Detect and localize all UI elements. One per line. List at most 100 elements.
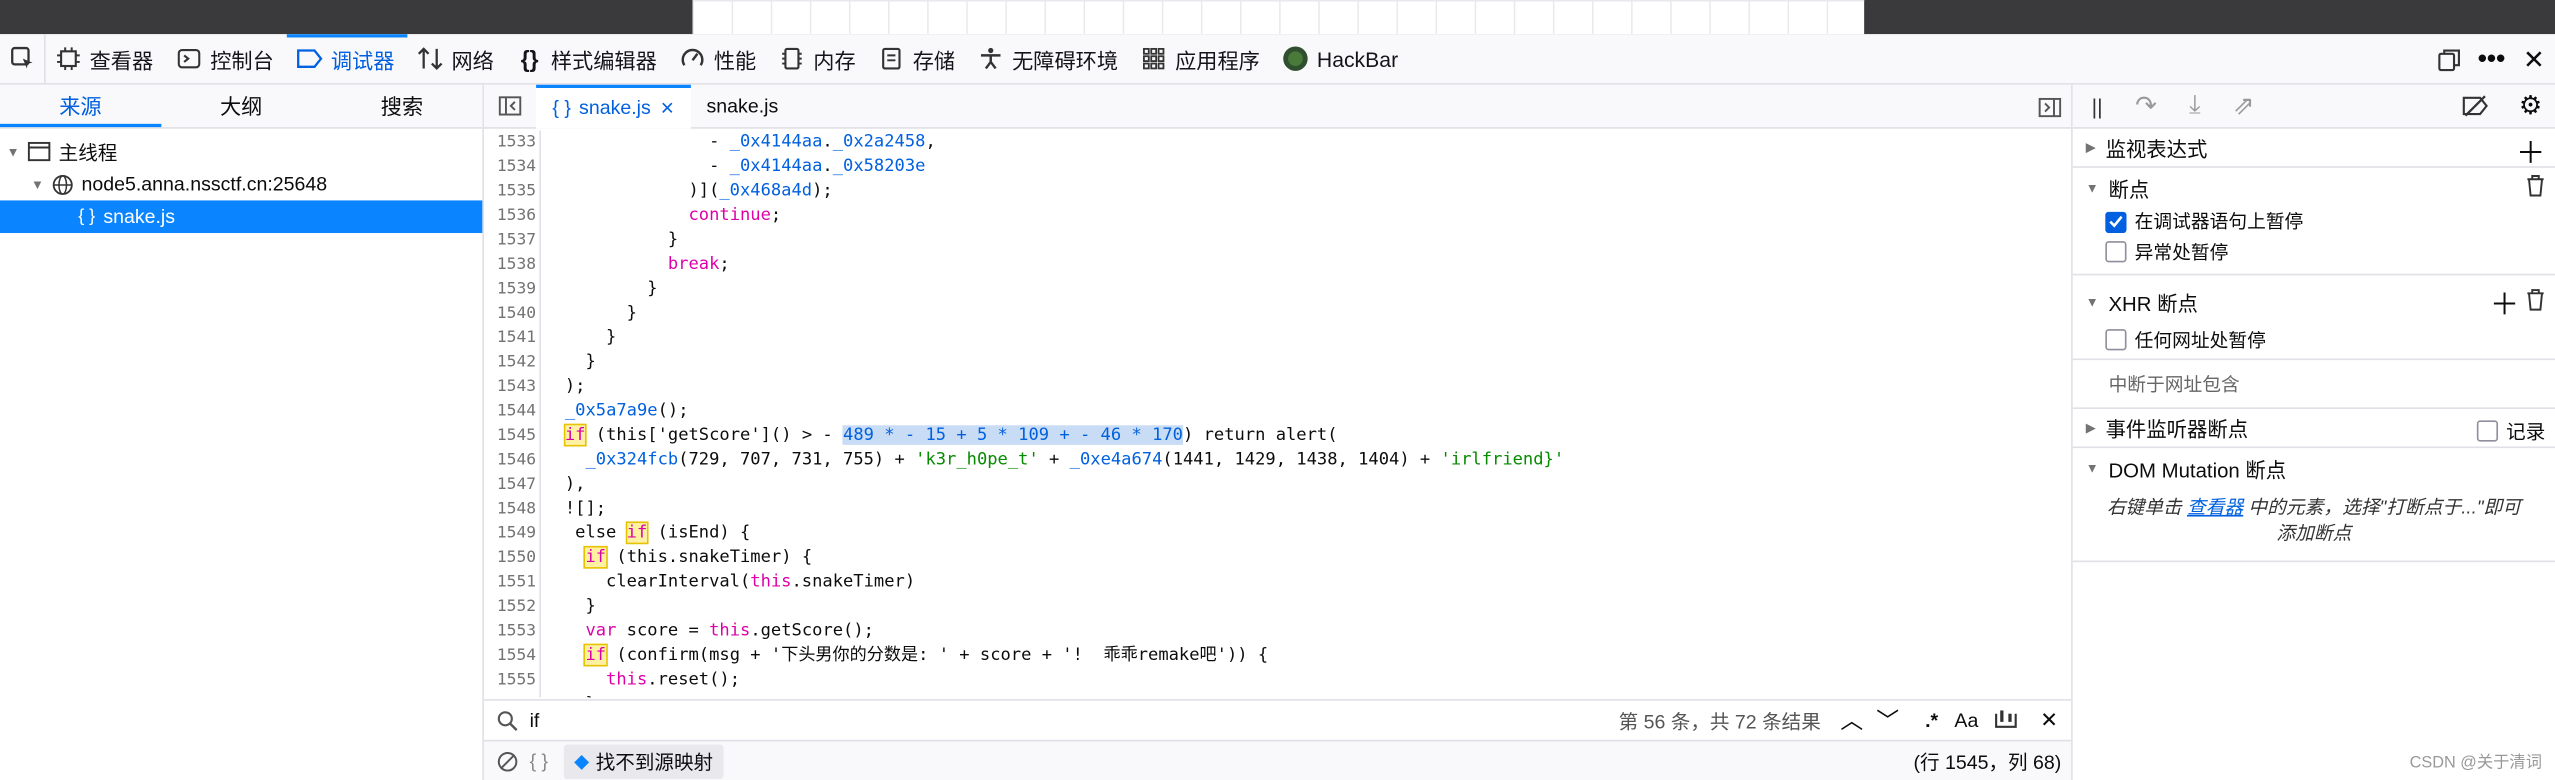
pretty-print-button[interactable]: { } [530, 750, 549, 773]
checkbox[interactable] [2476, 420, 2498, 442]
tab-memory[interactable]: 内存 [769, 33, 868, 84]
line-number[interactable]: 1556 [484, 693, 539, 698]
add-watch-icon[interactable]: ＋ [2516, 130, 2545, 172]
code-line[interactable]: 1550 if (this.snakeTimer) { [484, 545, 2071, 571]
line-number[interactable]: 1537 [484, 228, 539, 252]
code-line[interactable]: 1552 } [484, 594, 2071, 620]
pause-icon[interactable]: || [2073, 94, 2122, 118]
event-listener-breakpoints-header[interactable]: ▶ 事件监听器断点 记录 [2072, 409, 2555, 449]
tab-sources[interactable]: 来源 [0, 85, 161, 128]
tab-inspector[interactable]: 查看器 [46, 33, 167, 84]
code-line[interactable]: 1539 } [484, 277, 2071, 302]
close-tab-icon[interactable]: × [661, 95, 674, 121]
line-number[interactable]: 1549 [484, 521, 539, 545]
pause-on-any-url[interactable]: 任何网址处暂停 [2072, 321, 2555, 361]
line-number[interactable]: 1539 [484, 277, 539, 301]
tab-application[interactable]: 应用程序 [1131, 33, 1273, 84]
tab-debugger[interactable]: 调试器 [286, 33, 408, 84]
checkbox[interactable] [2105, 241, 2127, 263]
line-number[interactable]: 1550 [484, 546, 539, 570]
breakpoints-header[interactable]: ▼ 断点 [2073, 168, 2555, 207]
previous-result-icon[interactable]: ︿ [1840, 704, 1863, 737]
deactivate-breakpoints-icon[interactable] [2451, 95, 2500, 118]
editor-tab-snake-js-active[interactable]: { } snake.js × [536, 83, 691, 128]
line-number[interactable]: 1552 [484, 595, 539, 619]
expand-arrow-icon[interactable]: ▼ [29, 177, 45, 192]
dock-toggle-icon[interactable] [2428, 48, 2470, 71]
code-line[interactable]: 1548 ![]; [484, 496, 2071, 522]
tab-style-editor[interactable]: {} 样式编辑器 [507, 33, 670, 84]
code-line[interactable]: 1543 ); [484, 374, 2071, 400]
log-toggle[interactable]: 记录 [2476, 417, 2545, 445]
step-out-icon[interactable]: ⇗ [2219, 90, 2268, 123]
code-line[interactable]: 1556 } [484, 692, 2071, 698]
line-number[interactable]: 1534 [484, 155, 539, 179]
close-search-icon[interactable]: ✕ [2040, 707, 2058, 733]
code-line[interactable]: 1553 var score = this.getScore(); [484, 619, 2071, 644]
code-line[interactable]: 1549 else if (isEnd) { [484, 521, 2071, 546]
tab-search[interactable]: 搜索 [322, 85, 483, 127]
tab-performance[interactable]: 性能 [670, 33, 769, 84]
tree-main-thread[interactable]: ▼ 主线程 [0, 135, 482, 168]
regex-toggle[interactable]: .* [1925, 709, 1938, 732]
line-number[interactable]: 1535 [484, 179, 539, 203]
line-number[interactable]: 1543 [484, 375, 539, 399]
line-number[interactable]: 1536 [484, 204, 539, 228]
step-in-icon[interactable]: ⤓ [2170, 91, 2219, 120]
line-number[interactable]: 1551 [484, 570, 539, 594]
whole-word-icon[interactable] [1995, 708, 2018, 732]
checkbox-checked[interactable] [2105, 211, 2127, 233]
code-line[interactable]: 1555 this.reset(); [484, 668, 2071, 693]
settings-gear-icon[interactable]: ⚙ [2506, 90, 2555, 123]
toggle-sidebar-icon[interactable] [484, 96, 536, 116]
code-line[interactable]: 1544 _0x5a7a9e(); [484, 399, 2071, 424]
code-line[interactable]: 1546 _0x324fcb(729, 707, 731, 755) + 'k3… [484, 448, 2071, 473]
step-over-icon[interactable]: ↷ [2122, 90, 2171, 123]
code-line[interactable]: 1545 if (this['getScore']() > - 489 * - … [484, 423, 2071, 449]
code-line[interactable]: 1534 - _0x4144aa._0x58203e [484, 154, 2071, 180]
checkbox[interactable] [2105, 329, 2127, 351]
code-line[interactable]: 1542 } [484, 350, 2071, 375]
code-line[interactable]: 1541 } [484, 325, 2071, 351]
line-number[interactable]: 1533 [484, 130, 539, 154]
line-number[interactable]: 1544 [484, 399, 539, 423]
tab-network[interactable]: 网络 [407, 33, 506, 84]
line-number[interactable]: 1548 [484, 497, 539, 521]
line-number[interactable]: 1553 [484, 619, 539, 643]
tab-storage[interactable]: 存储 [869, 33, 968, 84]
close-devtools-icon[interactable]: ✕ [2513, 43, 2555, 76]
line-number[interactable]: 1538 [484, 253, 539, 277]
sourcemap-status[interactable]: ◆ 找不到源映射 [564, 743, 723, 779]
line-number[interactable]: 1542 [484, 350, 539, 374]
match-case-toggle[interactable]: Aa [1954, 709, 1978, 732]
watch-expressions-header[interactable]: ▶ 监视表达式 ＋ [2072, 129, 2555, 169]
element-picker-icon[interactable] [0, 33, 46, 84]
tree-file-snake-js[interactable]: { } snake.js [0, 200, 483, 234]
tab-hackbar[interactable]: HackBar [1273, 33, 1411, 84]
blackbox-icon[interactable] [484, 750, 530, 771]
tree-domain[interactable]: ▼ node5.anna.nssctf.cn:25648 [0, 168, 482, 201]
search-input[interactable]: if [530, 709, 1619, 732]
line-number[interactable]: 1545 [484, 424, 539, 448]
next-result-icon[interactable]: ﹀ [1876, 704, 1899, 737]
code-line[interactable]: 1535 )](_0x468a4d); [484, 179, 2071, 204]
inspector-link[interactable]: 查看器 [2187, 499, 2243, 519]
code-line[interactable]: 1536 continue; [484, 203, 2071, 229]
code-line[interactable]: 1547 ), [484, 472, 2071, 497]
more-options-icon[interactable]: ••• [2470, 46, 2512, 72]
code-line[interactable]: 1554 if (confirm(msg + '下头男你的分数是: ' + sc… [484, 643, 2071, 669]
line-number[interactable]: 1547 [484, 473, 539, 497]
add-xhr-icon[interactable]: ＋ [2490, 282, 2519, 324]
line-number[interactable]: 1554 [484, 644, 539, 668]
code-line[interactable]: 1538 break; [484, 252, 2071, 278]
trash-icon[interactable] [2526, 288, 2546, 324]
expand-arrow-icon[interactable]: ▼ [5, 144, 21, 159]
url-contains-input[interactable]: 中断于网址包含 [2072, 360, 2555, 410]
code-line[interactable]: 1533 - _0x4144aa._0x2a2458, [484, 130, 2071, 155]
trash-icon[interactable] [2526, 174, 2546, 197]
editor-tab-snake-js[interactable]: snake.js [690, 84, 794, 128]
code-editor[interactable]: 1533 - _0x4144aa._0x2a2458, 1534 - _0x414… [484, 130, 2071, 698]
code-line[interactable]: 1551 clearInterval(this.snakeTimer) [484, 570, 2071, 595]
toggle-right-sidebar-icon[interactable] [2038, 96, 2062, 125]
line-number[interactable]: 1541 [484, 326, 539, 350]
